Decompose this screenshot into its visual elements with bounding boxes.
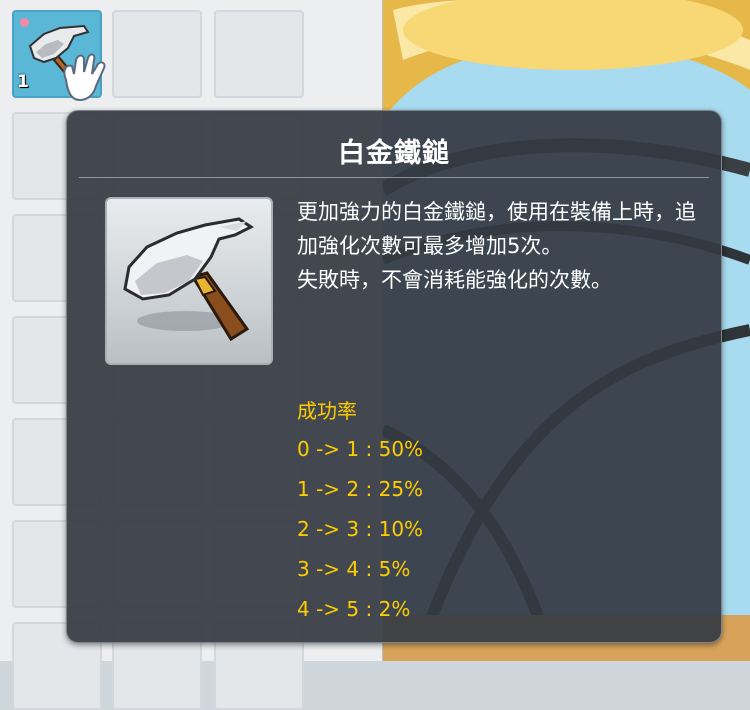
success-rate-row: 1 -> 2 : 25% <box>297 477 424 501</box>
item-name: 白金鐵鎚 <box>338 138 450 169</box>
item-description: 更加強力的白金鐵鎚，使用在裝備上時，追加強化次數可最多增加5次。 失敗時，不會消… <box>297 195 707 297</box>
item-quantity: 1 <box>17 72 29 92</box>
description-line: 失敗時，不會消耗能強化的次數。 <box>297 268 612 292</box>
divider <box>79 177 709 178</box>
item-image-frame <box>105 197 273 365</box>
platinum-hammer-icon <box>123 217 254 342</box>
success-rate-row: 3 -> 4 : 5% <box>297 557 411 581</box>
success-rate-label: 成功率 <box>297 399 357 423</box>
success-rate-row: 4 -> 5 : 2% <box>297 597 411 621</box>
inventory-slot[interactable] <box>214 10 304 98</box>
success-rate-row: 2 -> 3 : 10% <box>297 517 424 541</box>
success-rate-section: 成功率 0 -> 1 : 50% 1 -> 2 : 25% 2 -> 3 : 1… <box>297 395 597 629</box>
success-rate-row: 0 -> 1 : 50% <box>297 437 424 461</box>
item-tooltip: 白金鐵鎚 更加強力的白金鐵鎚，使用在裝備上時，追加強化次數可最多增加5次。 失敗… <box>66 110 722 643</box>
inventory-slot-platinum-hammer[interactable]: 1 <box>12 10 106 102</box>
inventory-slot[interactable] <box>112 10 202 98</box>
description-line: 更加強力的白金鐵鎚，使用在裝備上時，追加強化次數可最多增加5次。 <box>297 200 696 258</box>
glove-cursor-icon <box>63 53 106 102</box>
